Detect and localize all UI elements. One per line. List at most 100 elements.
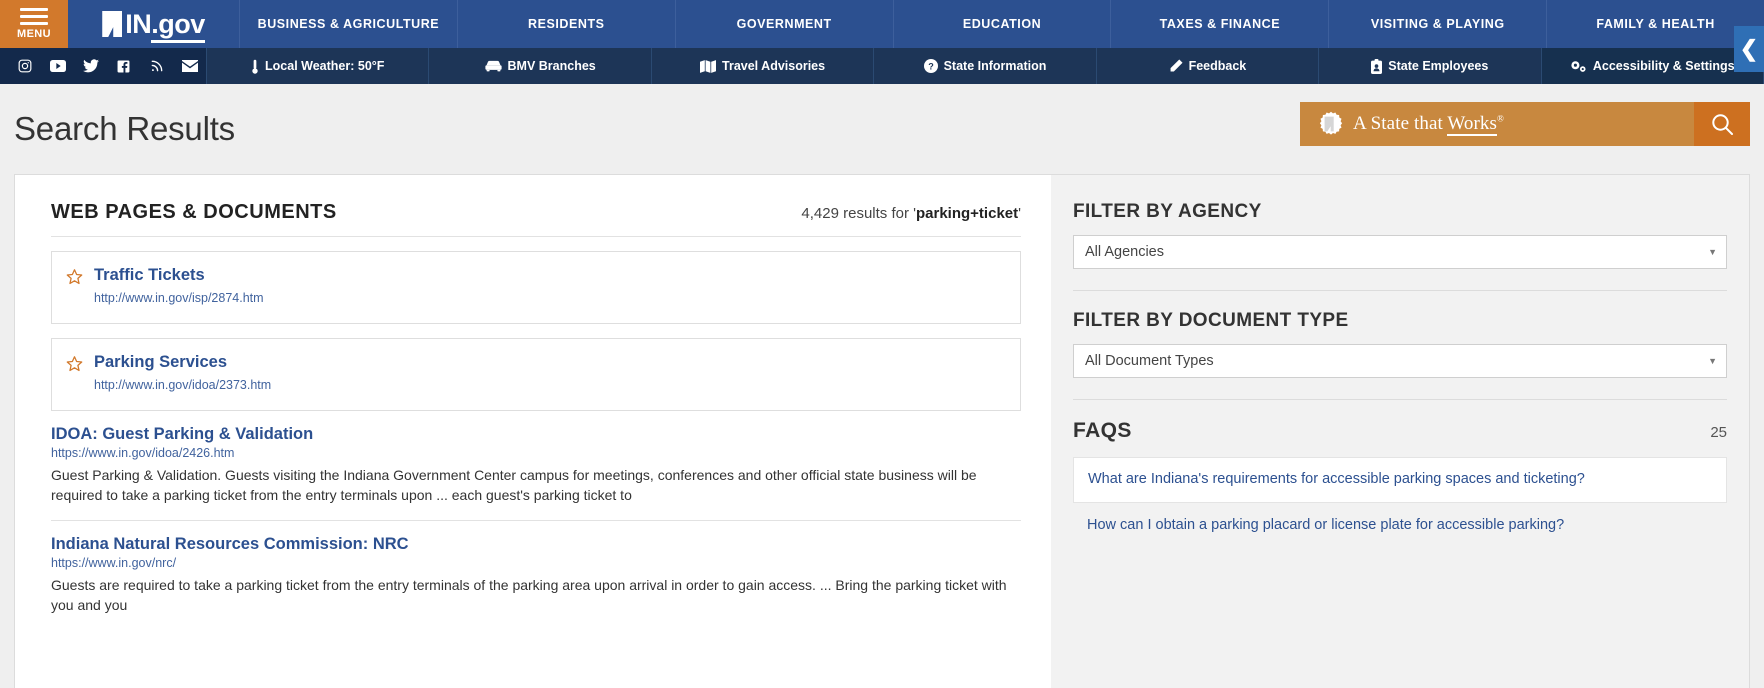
nav-item-government[interactable]: GOVERNMENT: [676, 0, 894, 48]
sidebar-divider: [1073, 290, 1727, 291]
results-header: WEB PAGES & DOCUMENTS 4,429 results for …: [51, 201, 1021, 236]
utility-item-travel-advisories[interactable]: Travel Advisories: [652, 48, 875, 84]
map-icon: [700, 59, 717, 73]
menu-button-label: MENU: [17, 28, 51, 40]
youtube-icon[interactable]: [41, 48, 74, 84]
faqs-header: FAQS 25: [1073, 419, 1727, 443]
utility-item-accessibility-settings-label: Accessibility & Settings: [1592, 59, 1735, 73]
result-item[interactable]: IDOA: Guest Parking & Validation https:/…: [51, 425, 1021, 506]
utility-item-state-employees[interactable]: State Employees: [1319, 48, 1542, 84]
utility-item-state-information[interactable]: ? State Information: [874, 48, 1097, 84]
faqs-title: FAQS: [1073, 419, 1132, 442]
nav-item-visiting-playing[interactable]: VISITING & PLAYING: [1329, 0, 1548, 48]
social-links: [0, 48, 206, 84]
search-results-card: WEB PAGES & DOCUMENTS 4,429 results for …: [14, 174, 1750, 688]
question-circle-icon: ?: [923, 59, 938, 73]
faq-item[interactable]: What are Indiana's requirements for acce…: [1073, 457, 1727, 503]
filter-by-agency-title: FILTER BY AGENCY: [1073, 201, 1262, 222]
search-icon: [1712, 114, 1733, 135]
agency-filter-select[interactable]: All Agencies ▼: [1073, 235, 1727, 269]
utility-item-local-weather-label: Local Weather: 50°F: [265, 59, 385, 73]
sidebar-divider: [1073, 399, 1727, 400]
thermometer-icon: [252, 59, 258, 74]
nav-items-container: BUSINESS & AGRICULTURE RESIDENTS GOVERNM…: [240, 0, 1764, 48]
banner-text-works: Works: [1447, 113, 1498, 136]
result-url: https://www.in.gov/idoa/2426.htm: [51, 446, 235, 460]
banner-registered-mark: ®: [1497, 113, 1504, 124]
chevron-left-icon[interactable]: ❮: [1734, 26, 1764, 72]
result-url: http://www.in.gov/isp/2874.htm: [94, 291, 264, 305]
utility-item-travel-advisories-label: Travel Advisories: [722, 59, 826, 73]
nav-item-residents[interactable]: RESIDENTS: [458, 0, 676, 48]
results-count-prefix: 4,429 results for ': [801, 205, 916, 222]
utility-item-local-weather[interactable]: Local Weather: 50°F: [206, 48, 430, 84]
chevron-down-icon: ▼: [1708, 356, 1717, 366]
results-count: 4,429 results for 'parking+ticket': [801, 205, 1021, 222]
site-logo[interactable]: IN.gov: [68, 0, 240, 48]
svg-text:?: ?: [928, 62, 934, 72]
result-title-link[interactable]: Indiana Natural Resources Commission: NR…: [51, 535, 1021, 554]
nav-item-education[interactable]: EDUCATION: [894, 0, 1112, 48]
utility-item-state-information-label: State Information: [943, 59, 1047, 73]
utility-items-container: Local Weather: 50°F BMV Branches Travel …: [206, 48, 1764, 84]
utility-item-bmv-branches[interactable]: BMV Branches: [429, 48, 652, 84]
star-outline-icon[interactable]: [66, 355, 83, 377]
utility-item-feedback[interactable]: Feedback: [1097, 48, 1320, 84]
featured-result-item[interactable]: Traffic Tickets http://www.in.gov/isp/28…: [51, 251, 1021, 324]
nav-item-taxes-finance[interactable]: TAXES & FINANCE: [1111, 0, 1330, 48]
pencil-icon: [1170, 59, 1183, 72]
results-column: WEB PAGES & DOCUMENTS 4,429 results for …: [15, 175, 1051, 688]
result-item[interactable]: Indiana Natural Resources Commission: NR…: [51, 535, 1021, 616]
document-type-filter-value: All Document Types: [1085, 353, 1214, 369]
results-section-title: WEB PAGES & DOCUMENTS: [51, 201, 337, 223]
brand-gov: .gov: [151, 8, 205, 43]
rss-icon[interactable]: [140, 48, 173, 84]
result-title-link[interactable]: IDOA: Guest Parking & Validation: [51, 425, 1021, 444]
page-title: Search Results: [14, 110, 235, 147]
brand-in: IN: [125, 8, 152, 39]
result-url: https://www.in.gov/nrc/: [51, 555, 177, 570]
search-banner: A State that Works®: [1300, 102, 1750, 146]
gear-indiana-icon: [1318, 111, 1344, 137]
document-type-filter-select[interactable]: All Document Types ▼: [1073, 344, 1727, 378]
email-icon[interactable]: [173, 48, 206, 84]
utility-item-state-employees-label: State Employees: [1388, 59, 1489, 73]
result-title-link[interactable]: Traffic Tickets: [94, 266, 264, 285]
result-description: Guest Parking & Validation. Guests visit…: [51, 467, 977, 504]
banner-text-a-state-that: A State that: [1353, 113, 1448, 134]
filter-by-document-type-title: FILTER BY DOCUMENT TYPE: [1073, 310, 1349, 331]
gears-icon: [1571, 61, 1586, 72]
page-header: Search Results A State that Works®: [0, 84, 1764, 174]
facebook-icon[interactable]: [107, 48, 140, 84]
filters-sidebar: FILTER BY AGENCY All Agencies ▼ FILTER B…: [1051, 175, 1749, 688]
state-that-works-banner[interactable]: A State that Works®: [1300, 102, 1694, 146]
agency-filter-value: All Agencies: [1085, 244, 1164, 260]
instagram-icon[interactable]: [8, 48, 41, 84]
chevron-down-icon: ▼: [1708, 247, 1717, 257]
menu-button[interactable]: MENU: [0, 0, 68, 48]
hamburger-icon: [20, 8, 48, 25]
faqs-count: 25: [1710, 424, 1727, 441]
car-icon: [484, 60, 502, 72]
utility-bar: Local Weather: 50°F BMV Branches Travel …: [0, 48, 1764, 84]
id-badge-icon: [1371, 58, 1383, 74]
result-url: http://www.in.gov/idoa/2373.htm: [94, 378, 272, 392]
utility-item-accessibility-settings[interactable]: Accessibility & Settings: [1541, 48, 1764, 84]
star-outline-icon[interactable]: [66, 268, 83, 290]
result-divider: [51, 519, 1021, 521]
utility-item-bmv-branches-label: BMV Branches: [507, 59, 596, 73]
utility-item-feedback-label: Feedback: [1188, 59, 1247, 73]
indiana-state-shape-icon: [102, 11, 123, 37]
search-button[interactable]: [1694, 102, 1750, 146]
result-description: Guests are required to take a parking ti…: [51, 576, 1007, 613]
faq-item[interactable]: How can I obtain a parking placard or li…: [1073, 511, 1727, 541]
primary-navigation-bar: MENU IN.gov BUSINESS & AGRICULTURE RESID…: [0, 0, 1764, 72]
nav-item-family-health[interactable]: FAMILY & HEALTH: [1547, 0, 1764, 48]
results-divider: [51, 236, 1021, 237]
twitter-icon[interactable]: [74, 48, 107, 84]
featured-result-item[interactable]: Parking Services http://www.in.gov/idoa/…: [51, 338, 1021, 411]
nav-item-business-agriculture[interactable]: BUSINESS & AGRICULTURE: [240, 0, 458, 48]
results-query: parking+ticket: [916, 205, 1019, 222]
result-title-link[interactable]: Parking Services: [94, 353, 271, 372]
results-count-suffix: ': [1018, 205, 1021, 222]
